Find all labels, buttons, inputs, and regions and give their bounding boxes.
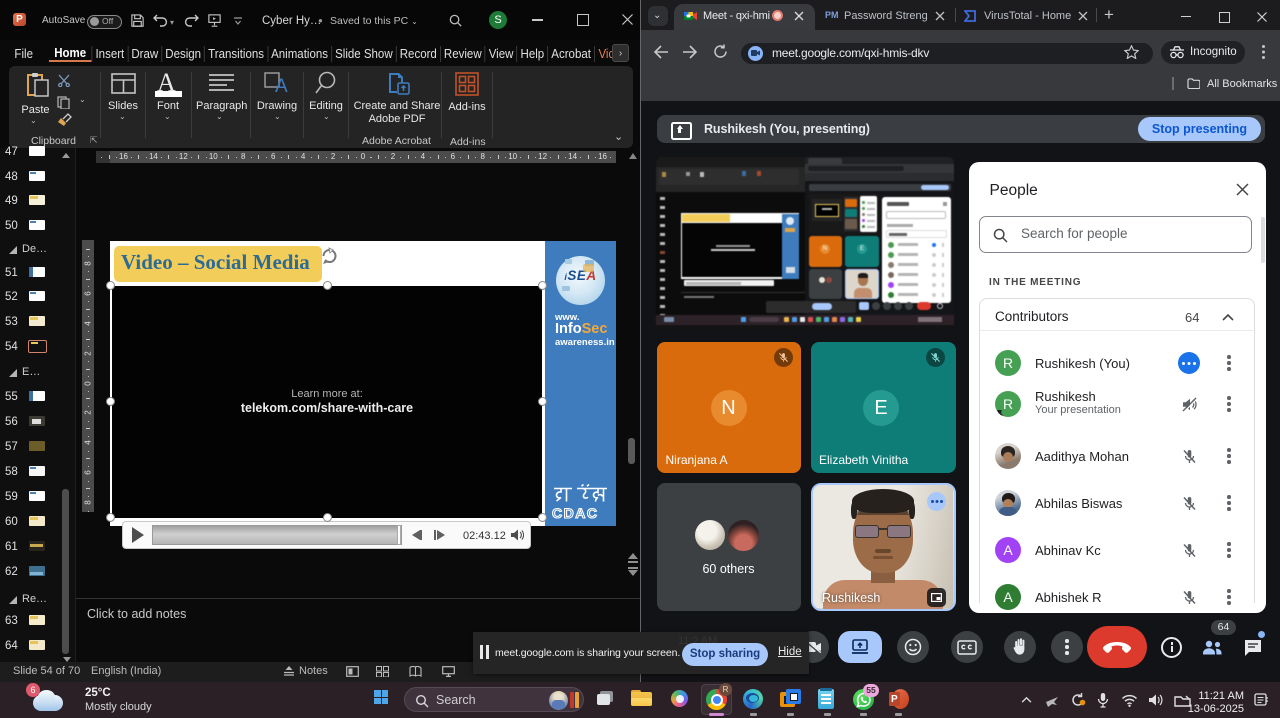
svg-text:CDAC: CDAC (552, 505, 598, 521)
svg-text:A: A (275, 76, 288, 94)
